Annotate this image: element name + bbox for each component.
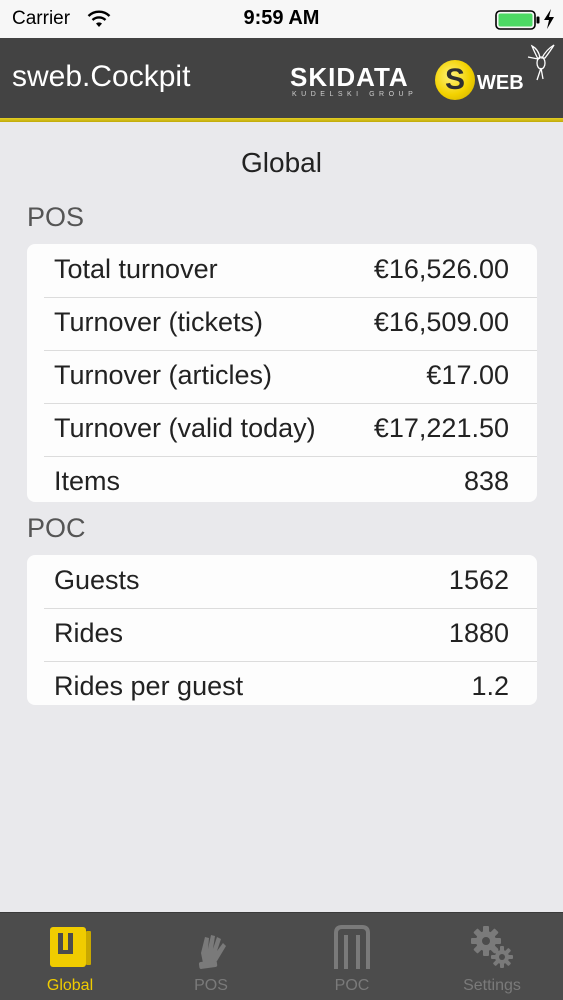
table-row: Guests 1562 [27, 555, 537, 608]
brand-suffix: WEB [477, 72, 524, 94]
glove-icon [198, 935, 226, 969]
brand-name: SKIDATA [290, 62, 409, 92]
table-row: Turnover (articles) €17.00 [27, 350, 537, 403]
nav-bar: sweb.Cockpit SKIDATA KUDELSKI GROUP S WE… [0, 38, 563, 118]
tab-settings[interactable]: Settings [422, 913, 562, 1000]
tab-label: POC [334, 977, 370, 994]
brand-badge: S [435, 60, 475, 100]
row-label: Guests [54, 565, 140, 595]
row-label: Turnover (valid today) [54, 413, 316, 443]
table-row: Turnover (tickets) €16,509.00 [27, 297, 537, 350]
section-header-poc: POC [27, 513, 86, 543]
table-row: Turnover (valid today) €17,221.50 [27, 403, 537, 456]
tab-label: Settings [463, 977, 521, 994]
table-row: Rides 1880 [27, 608, 537, 661]
table-row: Rides per guest 1.2 [27, 661, 537, 705]
row-label: Turnover (articles) [54, 360, 273, 390]
clock: 9:59 AM [243, 7, 320, 29]
row-value: €17,221.50 [373, 413, 509, 443]
row-value: €17.00 [426, 360, 509, 390]
brand-subtitle: KUDELSKI GROUP [292, 91, 418, 98]
row-value: 1880 [448, 618, 509, 648]
tab-label: POS [194, 977, 228, 994]
hummingbird-icon [527, 44, 555, 81]
row-label: Rides [54, 618, 124, 648]
pos-card: Total turnover €16,526.00 Turnover (tick… [27, 244, 537, 502]
app-title: sweb.Cockpit [12, 60, 191, 93]
row-label: Turnover (tickets) [54, 307, 264, 337]
document-icon [50, 927, 91, 967]
tab-global[interactable]: Global [0, 913, 140, 1000]
battery-icon [495, 10, 540, 30]
tab-poc[interactable]: POC [282, 913, 422, 1000]
row-label: Total turnover [54, 254, 218, 284]
nav-accent-bar [0, 118, 563, 122]
table-row: Items 838 [27, 456, 537, 502]
brand-logo: SKIDATA KUDELSKI GROUP S WEB [288, 44, 558, 116]
table-row: Total turnover €16,526.00 [27, 244, 537, 297]
tab-bar: Global POS POC Settings [0, 912, 563, 1000]
row-value: €16,509.00 [373, 307, 509, 337]
status-bar: Carrier 9:59 AM [0, 0, 563, 38]
row-label: Rides per guest [54, 671, 244, 701]
tab-label: Global [46, 977, 94, 994]
poc-card: Guests 1562 Rides 1880 Rides per guest 1… [27, 555, 537, 705]
charging-bolt-icon [544, 9, 554, 29]
section-header-pos: POS [27, 202, 85, 232]
row-value: 838 [463, 466, 509, 496]
tab-pos[interactable]: POS [141, 913, 281, 1000]
row-value: 1.2 [471, 671, 509, 701]
gate-icon [334, 925, 370, 969]
page-title: Global [241, 147, 322, 178]
gears-icon [471, 926, 513, 968]
row-value: 1562 [448, 565, 509, 595]
row-label: Items [54, 466, 121, 496]
row-value: €16,526.00 [373, 254, 509, 284]
